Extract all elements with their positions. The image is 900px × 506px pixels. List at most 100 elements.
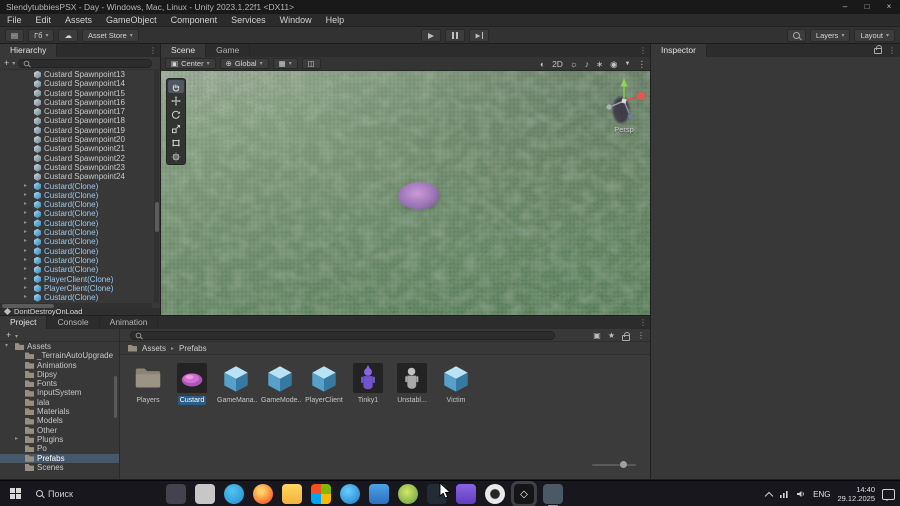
taskbar-app-button[interactable] <box>195 484 215 504</box>
menu-item[interactable]: Window <box>273 14 319 27</box>
panel-menu-icon[interactable]: ⋮ <box>149 44 157 57</box>
asset-item[interactable]: Custard <box>170 357 214 405</box>
expand-arrow-icon[interactable]: ▸ <box>15 435 22 444</box>
expand-arrow-icon[interactable]: ▸ <box>24 191 31 200</box>
project-search-input[interactable] <box>130 331 555 340</box>
panel-menu-icon[interactable]: ⋮ <box>639 44 647 57</box>
network-icon[interactable] <box>779 489 789 499</box>
minimize-button[interactable]: – <box>834 0 856 14</box>
step-button[interactable] <box>469 29 489 42</box>
bottom-panel-tab[interactable]: Animation <box>100 316 159 329</box>
expand-arrow-icon[interactable]: ▸ <box>24 237 31 246</box>
tree-scrollbar-thumb[interactable] <box>114 376 117 418</box>
create-asset-button[interactable]: + <box>6 330 11 340</box>
taskbar-app-button[interactable] <box>543 484 563 506</box>
tab-hierarchy[interactable]: Hierarchy <box>0 44 58 57</box>
asset-item[interactable]: PlayerClient <box>302 357 346 405</box>
transform-tool-button[interactable] <box>168 150 184 163</box>
folder-tree-row[interactable]: Fonts <box>0 379 119 388</box>
scale-tool-button[interactable] <box>168 122 184 135</box>
hierarchy-row[interactable]: ▸ Custard(Clone) <box>0 200 152 209</box>
asset-item[interactable]: Tinky1 <box>346 357 390 405</box>
scrollbar-thumb[interactable] <box>154 202 159 232</box>
cloud-button[interactable]: ☁ <box>58 29 78 42</box>
folder-tree-row[interactable]: Animations <box>0 361 119 370</box>
asset-item[interactable]: Victim <box>434 357 478 405</box>
effects-toggle-icon[interactable]: ∗ <box>596 59 603 70</box>
taskbar-app-button[interactable] <box>369 484 389 504</box>
expand-arrow-icon[interactable]: ▸ <box>24 284 31 293</box>
hierarchy-search-input[interactable] <box>18 58 152 68</box>
layout-dropdown[interactable]: Layout ▾ <box>854 29 895 42</box>
taskbar-app-button[interactable] <box>282 484 302 504</box>
panel-menu-icon[interactable]: ⋮ <box>888 44 896 57</box>
menu-item[interactable]: Edit <box>29 14 59 27</box>
folder-tree-row[interactable]: Dipsy <box>0 370 119 379</box>
taskbar-app-button[interactable] <box>224 484 244 504</box>
hierarchy-row[interactable]: Custard Spawnpoint21 <box>0 144 152 153</box>
hierarchy-row[interactable]: Custard Spawnpoint17 <box>0 107 152 116</box>
asset-item[interactable]: GameMode... <box>258 357 302 405</box>
taskbar-app-button[interactable] <box>311 484 331 504</box>
grid-visibility-dropdown[interactable]: ▦ ▾ <box>272 58 298 69</box>
search-by-type-icon[interactable]: ▣ <box>593 331 601 340</box>
folder-tree-row[interactable]: Other <box>0 426 119 435</box>
move-tool-button[interactable] <box>168 94 184 107</box>
icon-size-slider[interactable] <box>592 461 636 469</box>
hierarchy-row[interactable]: ▸ Custard(Clone) <box>0 209 152 218</box>
bottom-panel-tab[interactable]: Console <box>47 316 100 329</box>
lock-icon[interactable] <box>622 331 630 341</box>
folder-tree-row[interactable]: lala <box>0 398 119 407</box>
hierarchy-row[interactable]: Custard Spawnpoint15 <box>0 89 152 98</box>
audio-toggle-icon[interactable]: ♪ <box>585 59 589 70</box>
breadcrumb-current[interactable]: Prefabs <box>179 344 207 353</box>
tool-handle-rotation-dropdown[interactable]: ⊕ Global ▾ <box>219 58 269 69</box>
language-indicator[interactable]: ENG <box>813 490 830 499</box>
overlay-menu-icon[interactable]: ⋮ <box>638 59 647 70</box>
2d-toggle[interactable]: 2D <box>552 59 563 70</box>
taskbar-app-button[interactable] <box>253 484 273 504</box>
close-button[interactable]: × <box>878 0 900 14</box>
draw-mode-icon[interactable]: ◐ <box>540 59 545 70</box>
view-tool-button[interactable] <box>168 80 184 93</box>
tray-overflow-chevron-icon[interactable] <box>764 491 774 500</box>
maximize-button[interactable]: □ <box>856 0 878 14</box>
asset-item[interactable]: GameMana... <box>214 357 258 405</box>
taskbar-search[interactable]: Поиск <box>36 489 73 499</box>
taskbar-app-button[interactable] <box>485 484 505 504</box>
tool-handle-pivot-dropdown[interactable]: ▣ Center ▾ <box>165 58 216 69</box>
hierarchy-row[interactable]: ▸ Custard(Clone) <box>0 247 152 256</box>
expand-arrow-icon[interactable]: ▸ <box>24 275 31 284</box>
custard-object[interactable] <box>398 182 440 210</box>
scene-game-tab[interactable]: Game <box>206 44 251 57</box>
menu-item[interactable]: Component <box>164 14 225 27</box>
hierarchy-row[interactable]: ▸ PlayerClient(Clone) <box>0 275 152 284</box>
clock[interactable]: 14:40 29.12.2025 <box>837 485 875 503</box>
start-button[interactable] <box>0 481 30 506</box>
taskbar-app-button[interactable] <box>456 484 476 504</box>
projection-mode-label[interactable]: Persp <box>598 125 650 134</box>
hierarchy-row[interactable]: Custard Spawnpoint20 <box>0 135 152 144</box>
rotate-tool-button[interactable] <box>168 108 184 121</box>
expand-arrow-icon[interactable]: ▸ <box>24 256 31 265</box>
scene-game-tab[interactable]: Scene <box>161 44 207 57</box>
layers-dropdown[interactable]: Layers ▾ <box>809 29 851 42</box>
breadcrumb-root[interactable]: Assets <box>142 344 166 353</box>
folder-tree-row[interactable]: _TerrainAutoUpgrade <box>0 351 119 360</box>
volume-icon[interactable] <box>796 489 806 499</box>
hierarchy-row[interactable]: ▸ PlayerClient(Clone) <box>0 284 152 293</box>
slider-knob[interactable] <box>620 461 627 468</box>
visibility-toggle-icon[interactable]: ◉ <box>610 59 617 70</box>
hierarchy-row[interactable]: Custard Spawnpoint23 <box>0 163 152 172</box>
save-search-star-icon[interactable]: ★ <box>608 331 615 340</box>
expand-arrow-icon[interactable]: ▸ <box>24 219 31 228</box>
folder-tree-row[interactable]: ▸ Plugins <box>0 435 119 444</box>
expand-arrow-icon[interactable]: ▸ <box>24 200 31 209</box>
hierarchy-row[interactable]: ▸ Custard(Clone) <box>0 237 152 246</box>
hierarchy-row[interactable]: Custard Spawnpoint19 <box>0 126 152 135</box>
folder-tree-row[interactable]: Models <box>0 416 119 425</box>
hierarchy-row[interactable]: ▸ Custard(Clone) <box>0 265 152 274</box>
hierarchy-row[interactable]: Custard Spawnpoint18 <box>0 116 152 125</box>
folder-tree-row[interactable]: InputSystem <box>0 388 119 397</box>
hierarchy-row[interactable]: ▸ Custard(Clone) <box>0 256 152 265</box>
